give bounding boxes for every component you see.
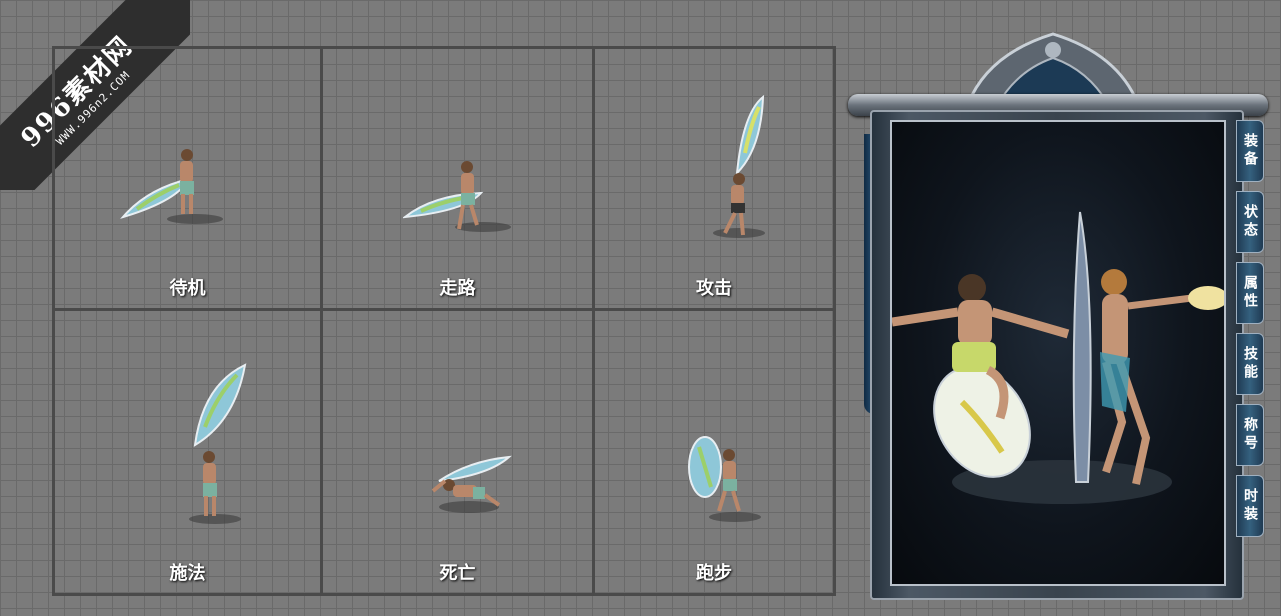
tab-status[interactable]: 状态 bbox=[1236, 191, 1264, 253]
character-preview bbox=[890, 120, 1226, 586]
animation-label-death: 死亡 bbox=[439, 563, 476, 584]
tab-titles[interactable]: 称号 bbox=[1236, 404, 1264, 466]
surfer-death-sprite bbox=[431, 455, 512, 513]
animation-label-run: 跑步 bbox=[696, 563, 732, 584]
animation-label-idle: 待机 bbox=[169, 278, 206, 299]
surfer-walk-sprite bbox=[403, 161, 511, 232]
animation-label-cast: 施法 bbox=[169, 563, 206, 584]
animation-label-attack: 攻击 bbox=[696, 278, 732, 299]
animation-label-walk: 走路 bbox=[439, 278, 476, 299]
character-tabs: 装备 状态 属性 技能 称号 时装 bbox=[1236, 120, 1266, 546]
animation-cell-idle: 待机 bbox=[55, 49, 323, 311]
surfer-attack-sprite bbox=[713, 94, 765, 238]
tab-equipment[interactable]: 装备 bbox=[1236, 120, 1264, 182]
animation-cell-walk: 走路 bbox=[323, 49, 595, 311]
animation-cell-run: 跑步 bbox=[595, 311, 833, 593]
animation-cell-death: 死亡 bbox=[323, 311, 595, 593]
surfer-idle-sprite bbox=[120, 149, 223, 224]
animation-cell-cast: 施法 bbox=[55, 311, 323, 593]
animation-grid: 待机 走路 攻击 施法 死亡 跑步 bbox=[52, 46, 836, 596]
tab-skills[interactable]: 技能 bbox=[1236, 333, 1264, 395]
tab-attributes[interactable]: 属性 bbox=[1236, 262, 1264, 324]
surfer-cast-sprite bbox=[189, 363, 247, 524]
surfer-run-sprite bbox=[688, 436, 761, 522]
animation-cell-attack: 攻击 bbox=[595, 49, 833, 311]
tab-fashion[interactable]: 时装 bbox=[1236, 475, 1264, 537]
character-model-preview bbox=[892, 211, 1224, 504]
character-panel: 装备 状态 属性 技能 称号 时装 bbox=[848, 24, 1268, 606]
